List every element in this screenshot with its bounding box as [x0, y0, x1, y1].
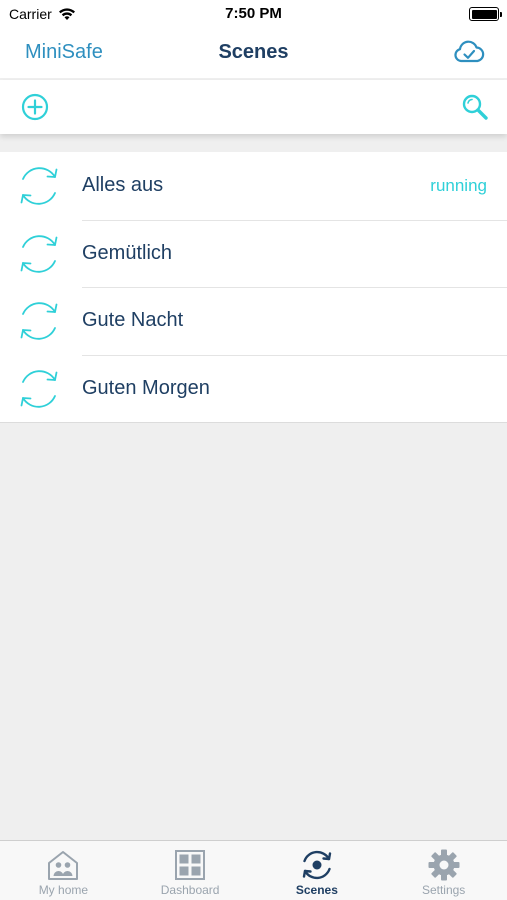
gear-icon — [428, 849, 460, 881]
scene-list: Alles aus running Gemütlich Gute Nacht G… — [0, 152, 507, 423]
scene-name: Gemütlich — [82, 241, 173, 264]
tab-label: My home — [38, 883, 89, 897]
scene-row[interactable]: Alles aus running — [0, 152, 507, 220]
scene-status-running: running — [430, 176, 487, 195]
battery-icon — [469, 7, 502, 21]
status-bar: Carrier 7:50 PM — [0, 0, 507, 28]
back-button[interactable]: MiniSafe — [25, 41, 103, 64]
cloud-sync-icon[interactable] — [453, 38, 485, 66]
toolbar — [0, 80, 507, 134]
scene-refresh-icon — [20, 167, 58, 205]
navigation-bar: MiniSafe Scenes — [0, 28, 507, 78]
scene-name: Guten Morgen — [82, 376, 210, 399]
home-icon — [48, 851, 79, 880]
tab-bar: My home Dashboard Scenes Settings — [0, 840, 507, 900]
scene-row[interactable]: Gemütlich — [0, 219, 507, 288]
tab-scenes[interactable]: Scenes — [254, 841, 381, 900]
search-icon[interactable] — [461, 93, 489, 121]
add-scene-icon[interactable] — [21, 93, 49, 121]
tab-dashboard[interactable]: Dashboard — [127, 841, 254, 900]
tab-label: Scenes — [295, 883, 338, 897]
tab-label: Dashboard — [160, 883, 220, 897]
scene-refresh-icon — [20, 234, 58, 273]
scene-row[interactable]: Gute Nacht — [0, 287, 507, 355]
status-time: 7:50 PM — [225, 5, 282, 22]
scene-row[interactable]: Guten Morgen — [0, 354, 507, 423]
scene-refresh-icon — [20, 369, 58, 408]
tab-my-home[interactable]: My home — [0, 841, 127, 900]
tab-settings[interactable]: Settings — [380, 841, 507, 900]
scene-name: Gute Nacht — [82, 309, 184, 331]
dashboard-icon — [175, 850, 206, 880]
scenes-icon — [302, 850, 332, 880]
scene-name: Alles aus — [82, 174, 164, 196]
scene-refresh-icon — [20, 302, 58, 340]
tab-label: Settings — [421, 883, 466, 897]
